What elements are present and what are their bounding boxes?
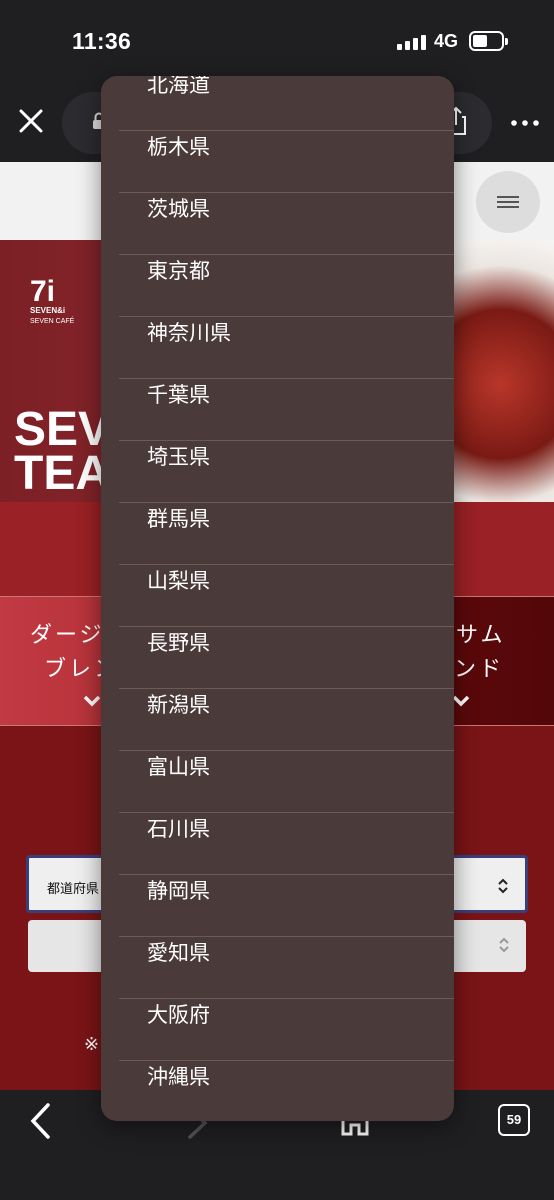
picker-option[interactable]: 静岡県 bbox=[101, 875, 454, 937]
tabs-button[interactable]: 59 bbox=[498, 1104, 530, 1136]
tea-card-title-line2: ンド bbox=[454, 657, 505, 682]
picker-option-label: 群馬県 bbox=[147, 507, 210, 531]
prefecture-picker: 北海道 栃木県 茨城県 東京都 神奈川県 千葉県 埼玉県 群馬県 山梨県 長野県… bbox=[101, 76, 454, 1121]
picker-option[interactable]: 神奈川県 bbox=[101, 317, 454, 379]
picker-option-label: 沖縄県 bbox=[147, 1065, 210, 1089]
select-arrows-icon bbox=[498, 878, 508, 894]
close-icon[interactable] bbox=[14, 104, 48, 138]
picker-option-label: 北海道 bbox=[147, 76, 210, 97]
picker-option[interactable]: 千葉県 bbox=[101, 379, 454, 441]
picker-option[interactable]: 埼玉県 bbox=[101, 441, 454, 503]
battery-icon bbox=[469, 31, 508, 51]
picker-option-label: 富山県 bbox=[147, 755, 210, 779]
picker-option[interactable]: 長野県 bbox=[101, 627, 454, 689]
picker-option-label: 愛知県 bbox=[147, 941, 210, 965]
prefecture-select-value: 都道府県 bbox=[47, 882, 100, 897]
tab-count: 59 bbox=[506, 1112, 522, 1127]
picker-option-label: 東京都 bbox=[147, 259, 210, 283]
picker-option-label: 千葉県 bbox=[147, 383, 210, 407]
picker-option-label: 静岡県 bbox=[147, 879, 210, 903]
picker-option-label: 大阪府 bbox=[147, 1003, 210, 1027]
picker-option[interactable]: 石川県 bbox=[101, 813, 454, 875]
picker-option-label: 新潟県 bbox=[147, 693, 210, 717]
tea-card-title-line1: サム bbox=[456, 623, 506, 648]
logo-mark: 7i bbox=[30, 275, 56, 308]
picker-option-label: 山梨県 bbox=[147, 569, 210, 593]
picker-option-label: 茨城県 bbox=[147, 197, 210, 221]
back-icon[interactable] bbox=[28, 1102, 52, 1140]
picker-option-label: 栃木県 bbox=[147, 135, 210, 159]
more-options-icon[interactable] bbox=[510, 118, 540, 128]
tea-card-title-line1: ダージ bbox=[30, 623, 105, 648]
picker-option[interactable]: 北海道 bbox=[101, 76, 454, 131]
picker-option[interactable]: 栃木県 bbox=[101, 131, 454, 193]
status-bar: 11:36 4G bbox=[0, 0, 554, 82]
picker-option[interactable]: 山梨県 bbox=[101, 565, 454, 627]
signal-icon bbox=[397, 34, 427, 50]
picker-option[interactable]: 大阪府 bbox=[101, 999, 454, 1061]
picker-option[interactable]: 茨城県 bbox=[101, 193, 454, 255]
chevron-down-icon bbox=[452, 695, 470, 707]
picker-option[interactable]: 富山県 bbox=[101, 751, 454, 813]
picker-option-label: 長野県 bbox=[147, 631, 210, 655]
picker-option[interactable]: 沖縄県 bbox=[101, 1061, 454, 1121]
network-type: 4G bbox=[434, 31, 459, 51]
menu-button[interactable] bbox=[476, 171, 540, 233]
select-arrows-icon bbox=[499, 937, 509, 953]
logo-subtext: SEVEN CAFÉ bbox=[30, 318, 75, 325]
picker-option[interactable]: 愛知県 bbox=[101, 937, 454, 999]
picker-option[interactable]: 新潟県 bbox=[101, 689, 454, 751]
seven-cafe-logo[interactable]: 7i SEVEN&i SEVEN CAFÉ bbox=[30, 276, 76, 330]
picker-option[interactable]: 東京都 bbox=[101, 255, 454, 317]
picker-option-label: 石川県 bbox=[147, 817, 210, 841]
logo-text: SEVEN&i bbox=[30, 306, 66, 315]
note-text: ※ bbox=[84, 1034, 100, 1055]
picker-option-label: 神奈川県 bbox=[147, 321, 231, 345]
picker-option[interactable]: 群馬県 bbox=[101, 503, 454, 565]
chevron-down-icon bbox=[83, 695, 101, 707]
picker-option-label: 埼玉県 bbox=[147, 445, 210, 469]
status-time: 11:36 bbox=[72, 28, 132, 54]
